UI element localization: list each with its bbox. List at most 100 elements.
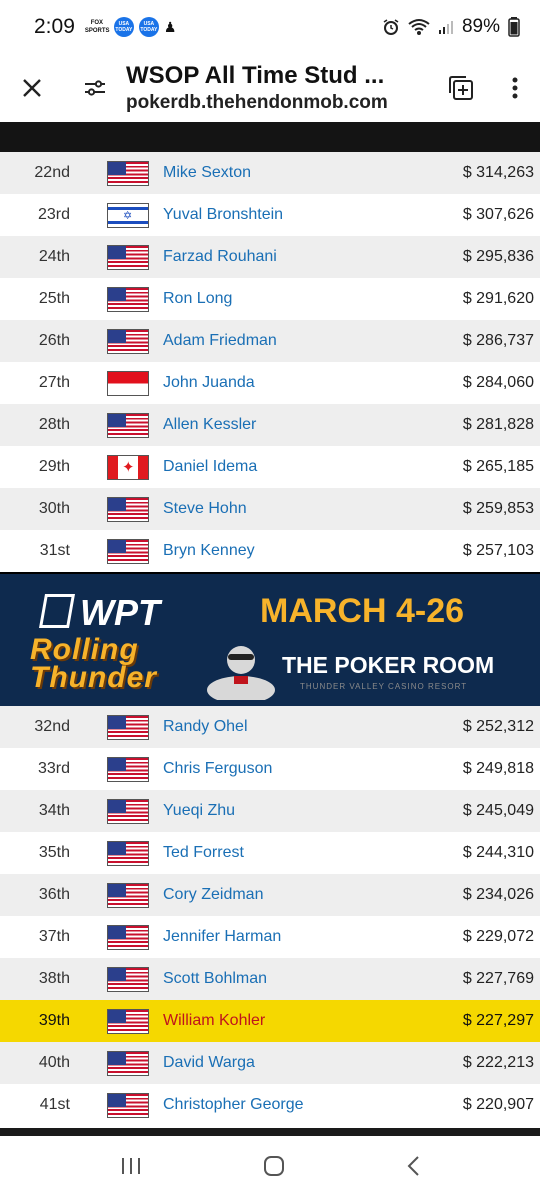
player-name-link[interactable]: Ted Forrest bbox=[163, 844, 380, 862]
earnings-cell: $ 229,072 bbox=[462, 928, 534, 945]
flag-cell bbox=[70, 286, 163, 312]
ad-room: THE POKER ROOM bbox=[282, 652, 495, 678]
flag-cell bbox=[70, 160, 163, 186]
player-name-link[interactable]: Steve Hohn bbox=[163, 500, 380, 518]
player-name-link[interactable]: Jennifer Harman bbox=[163, 928, 380, 946]
player-name-link[interactable]: William Kohler bbox=[163, 1012, 380, 1030]
earnings-cell: $ 259,853 bbox=[462, 500, 534, 517]
rank-cell: 28th bbox=[38, 416, 70, 433]
fox-sports-icon: FOX SPORTS bbox=[84, 20, 110, 34]
rank-cell: 29th bbox=[38, 458, 70, 475]
rank-cell: 31st bbox=[39, 542, 70, 559]
ad-event: Rolling Thunder bbox=[30, 633, 157, 694]
home-button[interactable] bbox=[263, 1155, 285, 1182]
site-settings-button[interactable] bbox=[64, 54, 126, 122]
us-flag-icon bbox=[107, 1050, 149, 1076]
earnings-cell: $ 245,049 bbox=[462, 802, 534, 819]
earnings-cell: $ 244,310 bbox=[462, 844, 534, 861]
table-row: 35th Ted Forrest $ 244,310 bbox=[0, 832, 540, 874]
player-name-link[interactable]: John Juanda bbox=[163, 374, 380, 392]
alarm-icon bbox=[383, 19, 399, 35]
advertisement-banner[interactable]: WPT Rolling Thunder MARCH 4-26 THE POKER… bbox=[0, 572, 540, 708]
page-title: WSOP All Time Stud ... bbox=[126, 62, 385, 89]
page-info[interactable]: WSOP All Time Stud ... pokerdb.thehendon… bbox=[126, 61, 432, 115]
rank-cell: 40th bbox=[38, 1054, 70, 1071]
player-name-link[interactable]: Farzad Rouhani bbox=[163, 248, 380, 266]
recent-apps-button[interactable] bbox=[120, 1156, 142, 1181]
earnings-cell: $ 249,818 bbox=[462, 760, 534, 777]
us-flag-icon bbox=[107, 882, 149, 908]
rank-cell: 23rd bbox=[37, 206, 70, 223]
tune-icon bbox=[85, 80, 105, 96]
player-name-link[interactable]: Allen Kessler bbox=[163, 416, 380, 434]
status-bar: 2:09 FOX SPORTS USA TODAY USA TODAY ♟ 89… bbox=[0, 0, 540, 54]
player-name-link[interactable]: Christopher George bbox=[163, 1096, 380, 1114]
poker-dealer-icon bbox=[207, 646, 275, 700]
player-name-link[interactable]: David Warga bbox=[163, 1054, 380, 1072]
back-button[interactable] bbox=[406, 1155, 420, 1182]
table-row: 33rd Chris Ferguson $ 249,818 bbox=[0, 748, 540, 790]
earnings-cell: $ 257,103 bbox=[462, 542, 534, 559]
earnings-cell: $ 252,312 bbox=[462, 718, 534, 735]
rank-cell: 24th bbox=[38, 248, 70, 265]
flag-cell bbox=[70, 966, 163, 992]
player-name-link[interactable]: Ron Long bbox=[163, 290, 380, 308]
flag-cell bbox=[70, 1092, 163, 1118]
rank-cell: 41st bbox=[39, 1096, 70, 1113]
player-name-link[interactable]: Randy Ohel bbox=[163, 718, 380, 736]
table-row: 26th Adam Friedman $ 286,737 bbox=[0, 320, 540, 362]
us-flag-icon bbox=[107, 286, 149, 312]
more-options-button[interactable] bbox=[490, 54, 540, 122]
earnings-cell: $ 222,213 bbox=[462, 1054, 534, 1071]
rank-cell: 34th bbox=[38, 802, 70, 819]
rank-cell: 38th bbox=[38, 970, 70, 987]
earnings-cell: $ 284,060 bbox=[462, 374, 534, 391]
rankings-table-top: 22nd Mike Sexton $ 314,263 23rd ✡ Yuval Brons… bbox=[0, 152, 540, 572]
us-flag-icon bbox=[107, 714, 149, 740]
table-row: 38th Scott Bohlman $ 227,769 bbox=[0, 958, 540, 1000]
earnings-cell: $ 227,297 bbox=[462, 1012, 534, 1029]
table-row: 34th Yueqi Zhu $ 245,049 bbox=[0, 790, 540, 832]
il-flag-icon: ✡ bbox=[107, 202, 149, 228]
add-collection-icon bbox=[449, 76, 473, 100]
us-flag-icon bbox=[107, 1008, 149, 1034]
rank-cell: 36th bbox=[38, 886, 70, 903]
table-row: 32nd Randy Ohel $ 252,312 bbox=[0, 706, 540, 748]
flag-cell bbox=[70, 538, 163, 564]
close-icon bbox=[23, 79, 41, 97]
table-row: 29th ✦ Daniel Idema $ 265,185 bbox=[0, 446, 540, 488]
player-name-link[interactable]: Bryn Kenney bbox=[163, 542, 380, 560]
table-row: 24th Farzad Rouhani $ 295,836 bbox=[0, 236, 540, 278]
battery-icon bbox=[508, 17, 520, 37]
us-flag-icon bbox=[107, 244, 149, 270]
rank-cell: 32nd bbox=[34, 718, 70, 735]
player-name-link[interactable]: Cory Zeidman bbox=[163, 886, 380, 904]
player-name-link[interactable]: Yueqi Zhu bbox=[163, 802, 380, 820]
browser-toolbar: WSOP All Time Stud ... pokerdb.thehendon… bbox=[0, 54, 540, 122]
table-row: 23rd ✡ Yuval Bronshtein $ 307,626 bbox=[0, 194, 540, 236]
ad-venue: THUNDER VALLEY CASINO RESORT bbox=[300, 682, 468, 691]
id-flag-icon bbox=[107, 370, 149, 396]
player-name-link[interactable]: Mike Sexton bbox=[163, 164, 380, 182]
player-name-link[interactable]: Adam Friedman bbox=[163, 332, 380, 350]
rank-cell: 30th bbox=[38, 500, 70, 517]
us-flag-icon bbox=[107, 538, 149, 564]
table-row: 41st Christopher George $ 220,907 bbox=[0, 1084, 540, 1126]
flag-cell bbox=[70, 840, 163, 866]
player-name-link[interactable]: Yuval Bronshtein bbox=[163, 206, 380, 224]
add-to-collection-button[interactable] bbox=[432, 54, 490, 122]
battery-percent: 89% bbox=[461, 16, 500, 37]
us-flag-icon bbox=[107, 160, 149, 186]
rank-cell: 35th bbox=[38, 844, 70, 861]
flag-cell bbox=[70, 798, 163, 824]
earnings-cell: $ 281,828 bbox=[462, 416, 534, 433]
player-name-link[interactable]: Scott Bohlman bbox=[163, 970, 380, 988]
earnings-cell: $ 314,263 bbox=[462, 164, 534, 181]
player-name-link[interactable]: Chris Ferguson bbox=[163, 760, 380, 778]
table-row: 39th William Kohler $ 227,297 bbox=[0, 1000, 540, 1042]
close-button[interactable] bbox=[0, 54, 64, 122]
earnings-cell: $ 307,626 bbox=[462, 206, 534, 223]
player-name-link[interactable]: Daniel Idema bbox=[163, 458, 380, 476]
rank-cell: 25th bbox=[38, 290, 70, 307]
table-row: 30th Steve Hohn $ 259,853 bbox=[0, 488, 540, 530]
